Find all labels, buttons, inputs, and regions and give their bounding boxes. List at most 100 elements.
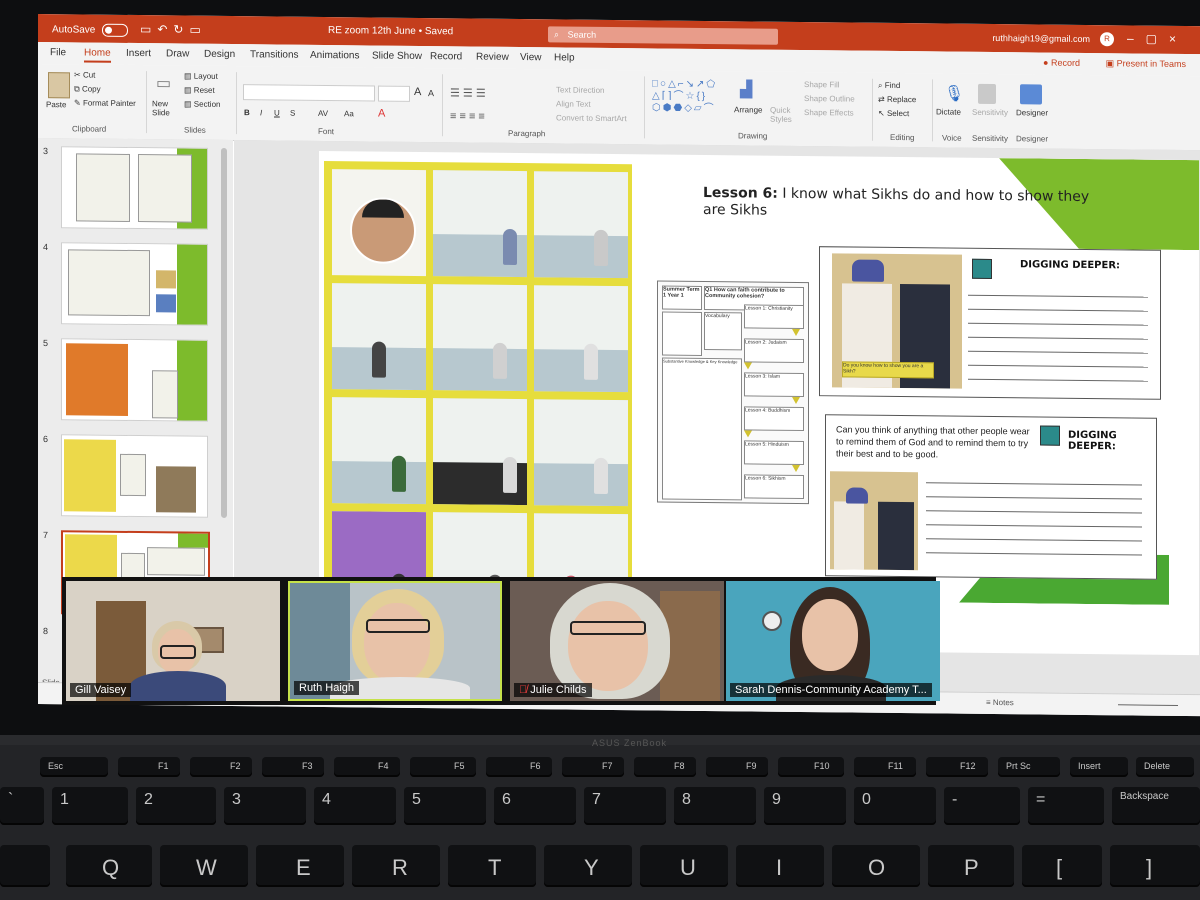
undo-icon[interactable]: ↶ [157, 22, 173, 36]
key-f7[interactable]: F7 [562, 757, 624, 777]
key-f8[interactable]: F8 [634, 757, 696, 777]
key-4[interactable]: 4 [314, 787, 396, 825]
arrange-button[interactable]: Arrange [734, 105, 762, 114]
close-icon[interactable]: × [1169, 32, 1188, 46]
key-6[interactable]: 6 [494, 787, 576, 825]
copy-button[interactable]: ⧉ Copy [74, 84, 101, 94]
zoom-slider[interactable] [1118, 704, 1178, 706]
shape-effects-button[interactable]: Shape Effects [804, 108, 854, 118]
key-7[interactable]: 7 [584, 787, 666, 825]
account-email[interactable]: ruthhaigh19@gmail.com [992, 33, 1090, 44]
key-i[interactable]: I [736, 845, 824, 887]
slide-thumbnail-3[interactable] [61, 146, 208, 230]
key-t[interactable]: T [448, 845, 536, 887]
shapes-gallery[interactable]: □○△⌐↘↗⬠ △⌈⌉⌒☆{} ⬡⬢⬣◇▱⌒ [652, 78, 734, 119]
sensitivity-icon[interactable] [978, 83, 996, 105]
shape-outline-button[interactable]: Shape Outline [804, 94, 855, 104]
redo-icon[interactable]: ↻ [173, 22, 189, 36]
toggle-icon[interactable] [102, 23, 129, 37]
key-backspace[interactable]: Backspace [1112, 787, 1200, 825]
key-prtsc[interactable]: Prt Sc [998, 757, 1060, 777]
grow-font-button[interactable]: A [414, 86, 421, 98]
present-in-teams-button[interactable]: ▣ Present in Teams [1106, 58, 1186, 70]
slide-thumbnail-5[interactable] [61, 338, 208, 422]
tab-design[interactable]: Design [204, 49, 235, 60]
autosave-toggle[interactable]: AutoSave [52, 23, 129, 37]
video-tile-1[interactable]: Gill Vaisey [66, 581, 280, 701]
key-minus[interactable]: - [944, 787, 1020, 825]
key-right-bracket[interactable]: ] [1110, 845, 1200, 887]
dictate-button[interactable]: Dictate [936, 107, 961, 116]
key-left-bracket[interactable]: [ [1022, 845, 1102, 887]
key-f3[interactable]: F3 [262, 757, 324, 777]
key-f12[interactable]: F12 [926, 757, 988, 777]
cut-button[interactable]: ✂ Cut [74, 70, 95, 79]
key-f11[interactable]: F11 [854, 757, 916, 777]
align-icon[interactable]: ≡ ≡ ≡ ≡ [450, 110, 485, 122]
paste-icon[interactable] [48, 72, 70, 99]
key-0[interactable]: 0 [854, 787, 936, 825]
align-text-button[interactable]: Align Text [556, 99, 591, 108]
key-e[interactable]: E [256, 845, 344, 887]
tab-animations[interactable]: Animations [310, 50, 359, 62]
key-r[interactable]: R [352, 845, 440, 887]
convert-smartart-button[interactable]: Convert to SmartArt [556, 113, 627, 123]
key-w[interactable]: W [160, 845, 248, 887]
tab-record[interactable]: Record [430, 51, 462, 62]
select-button[interactable]: ↖ Select [878, 109, 909, 118]
text-direction-button[interactable]: Text Direction [556, 85, 604, 95]
key-f6[interactable]: F6 [486, 757, 552, 777]
tab-insert[interactable]: Insert [126, 48, 151, 59]
key-f9[interactable]: F9 [706, 757, 768, 777]
record-button[interactable]: ● Record [1043, 58, 1080, 68]
key-f10[interactable]: F10 [778, 757, 844, 777]
font-color-icon[interactable]: A [378, 108, 385, 120]
video-tile-2[interactable]: Ruth Haigh [288, 581, 502, 701]
font-size-select[interactable] [378, 85, 410, 102]
maximize-icon[interactable]: ▢ [1146, 32, 1169, 46]
account-avatar[interactable]: R [1100, 32, 1114, 47]
key-2[interactable]: 2 [136, 787, 216, 825]
key-8[interactable]: 8 [674, 787, 756, 825]
key-q[interactable]: Q [66, 845, 152, 887]
arrange-icon[interactable]: ▟ [740, 79, 752, 99]
shape-fill-button[interactable]: Shape Fill [804, 80, 840, 89]
tab-file[interactable]: File [50, 47, 66, 58]
sensitivity-button[interactable]: Sensitivity [972, 108, 1008, 117]
key-5[interactable]: 5 [404, 787, 486, 825]
key-tab[interactable] [0, 845, 50, 887]
photo-collage[interactable] [324, 160, 632, 645]
lesson-title[interactable]: Lesson 6: I know what Sikhs do and how t… [703, 185, 1103, 223]
key-f4[interactable]: F4 [334, 757, 400, 777]
microphone-icon[interactable]: 🎙 [944, 83, 964, 103]
key-f2[interactable]: F2 [190, 757, 252, 777]
key-o[interactable]: O [832, 845, 920, 887]
key-9[interactable]: 9 [764, 787, 846, 825]
bullets-icon[interactable]: ☰ ☰ ☰ [450, 86, 486, 99]
digging-deeper-card-2[interactable]: Can you think of anything that other peo… [825, 414, 1157, 580]
tab-home[interactable]: Home [84, 47, 111, 63]
new-slide-icon[interactable]: ▭ [156, 73, 171, 93]
designer-button[interactable]: Designer [1016, 108, 1048, 117]
key-insert[interactable]: Insert [1070, 757, 1128, 777]
key-u[interactable]: U [640, 845, 728, 887]
search-input[interactable]: ⌕ Search [548, 26, 778, 45]
minimize-icon[interactable]: – [1127, 31, 1146, 45]
video-tile-4[interactable]: Sarah Dennis-Community Academy T... [726, 581, 940, 701]
tab-slide-show[interactable]: Slide Show [372, 50, 422, 62]
shrink-font-button[interactable]: A [428, 88, 434, 98]
designer-icon[interactable] [1020, 84, 1042, 105]
new-slide-button[interactable]: New Slide [152, 99, 182, 117]
replace-button[interactable]: ⇄ Replace [878, 95, 916, 104]
key-p[interactable]: P [928, 845, 1014, 887]
key-f1[interactable]: F1 [118, 757, 180, 777]
key-backtick[interactable]: ` [0, 787, 44, 825]
key-y[interactable]: Y [544, 845, 632, 887]
key-3[interactable]: 3 [224, 787, 306, 825]
slideshow-icon[interactable]: ▭ [189, 23, 206, 37]
italic-button[interactable]: I [260, 108, 262, 117]
key-esc[interactable]: Esc [40, 757, 108, 777]
quick-styles-button[interactable]: Quick Styles [770, 106, 800, 124]
underline-button[interactable]: U [274, 108, 280, 117]
slide-thumbnail-4[interactable] [61, 242, 208, 326]
